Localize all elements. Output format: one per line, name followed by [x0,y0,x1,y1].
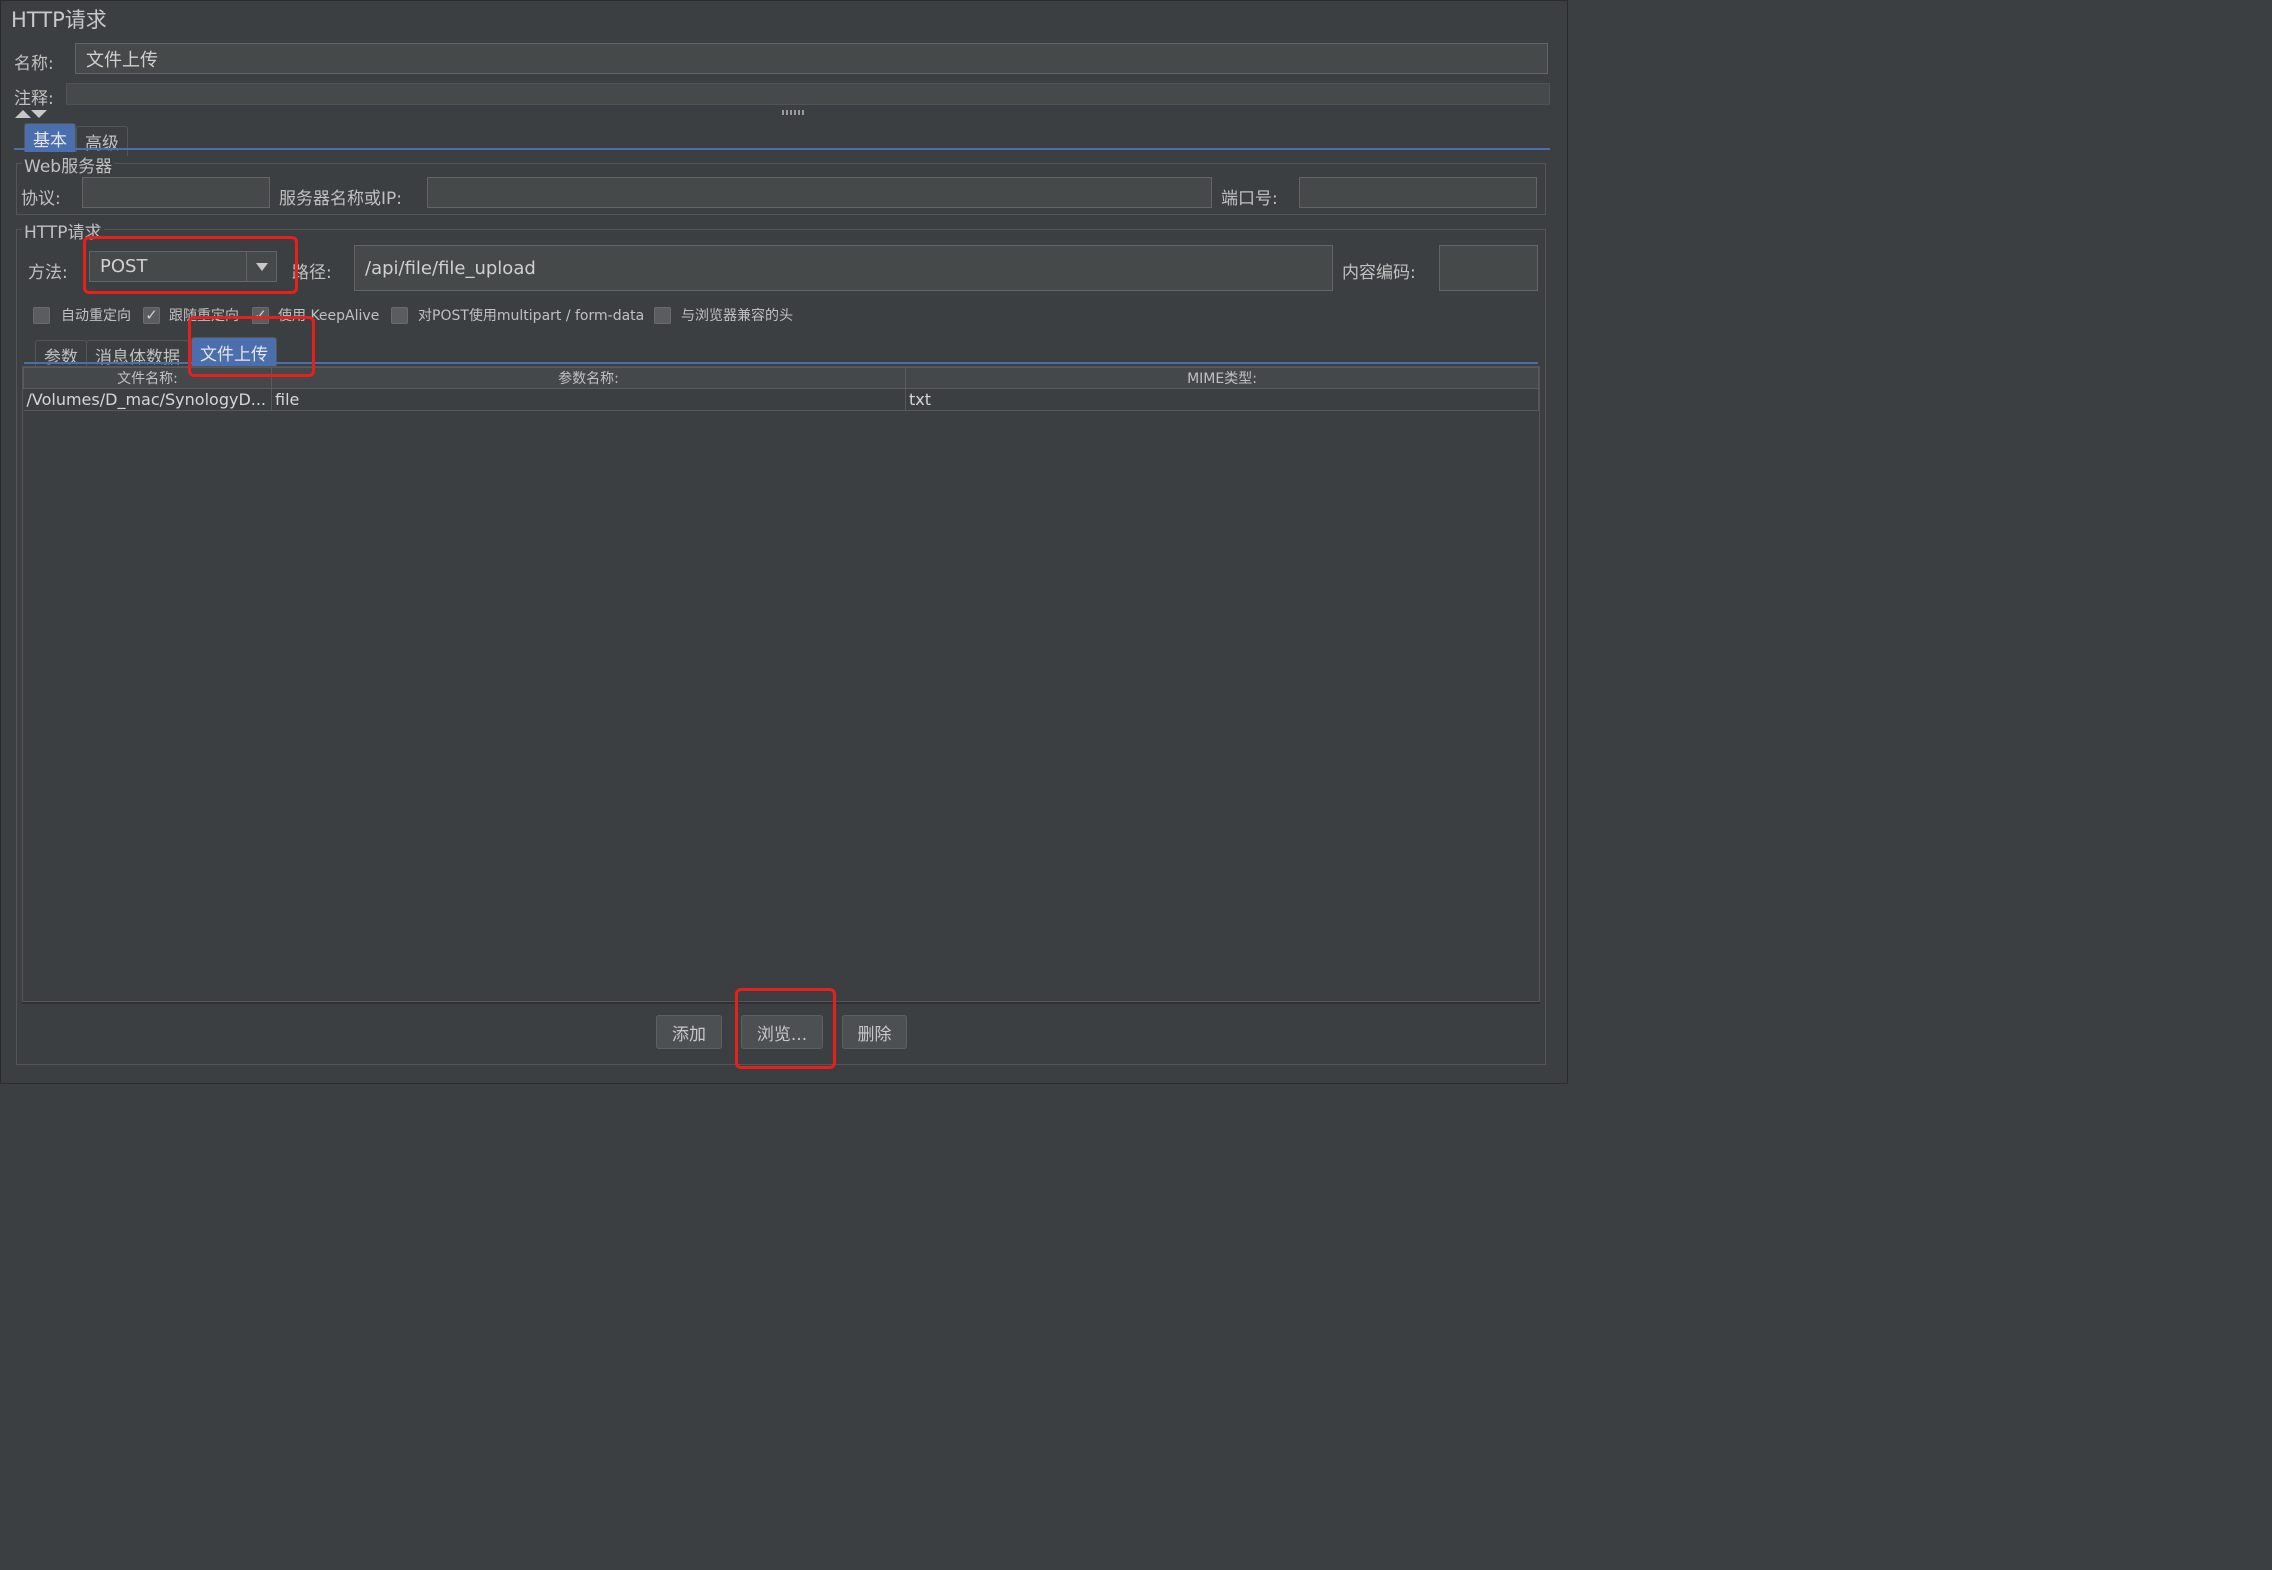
comment-input[interactable] [66,83,1550,105]
highlight-method [83,236,298,294]
cell-param-name[interactable]: file [271,388,906,411]
tab-underline [14,148,1550,150]
encoding-input[interactable] [1439,245,1538,291]
encoding-label: 内容编码: [1342,263,1416,283]
files-table-container: 文件名称: 参数名称: MIME类型: /Volumes/D_mac/Synol… [22,366,1540,1002]
name-input[interactable]: 文件上传 [75,43,1548,74]
method-label: 方法: [28,263,68,283]
splitter-grip-icon[interactable] [782,110,804,115]
auto-redirect-checkbox[interactable] [33,306,50,324]
column-header-mime-type[interactable]: MIME类型: [905,367,1539,389]
protocol-label: 协议: [21,189,61,209]
add-button[interactable]: 添加 [656,1015,722,1049]
browser-headers-checkbox[interactable] [654,306,671,324]
path-input[interactable]: /api/file/file_upload [354,245,1333,291]
option-multipart[interactable]: 对POST使用multipart / form-data [391,305,644,325]
multipart-checkbox[interactable] [391,306,408,324]
option-auto-redirect[interactable]: 自动重定向 [33,305,131,325]
collapse-toggle[interactable] [14,109,48,119]
option-browser-headers[interactable]: 与浏览器兼容的头 [654,305,793,325]
server-input[interactable] [427,177,1212,208]
web-server-title: Web服务器 [22,152,115,177]
port-label: 端口号: [1221,189,1278,209]
name-label: 名称: [14,54,54,74]
auto-redirect-label: 自动重定向 [61,308,131,324]
panel-title: HTTP请求 [11,8,107,32]
cell-mime-type[interactable]: txt [905,388,1539,411]
port-input[interactable] [1299,177,1537,208]
column-header-param-name[interactable]: 参数名称: [271,367,906,389]
server-label: 服务器名称或IP: [279,189,402,209]
highlight-browse-button [735,988,836,1069]
checkmark-icon: ✓ [145,305,158,324]
cell-filename[interactable]: /Volumes/D_mac/SynologyD... [23,388,272,411]
browser-headers-label: 与浏览器兼容的头 [681,308,793,324]
protocol-input[interactable] [82,177,270,208]
comment-label: 注释: [14,89,54,109]
delete-button[interactable]: 删除 [842,1015,907,1049]
collapse-arrows-icon [15,110,47,118]
highlight-file-upload-tab [188,316,315,377]
multipart-label: 对POST使用multipart / form-data [418,308,645,324]
table-row[interactable]: /Volumes/D_mac/SynologyD... file txt [23,388,1539,411]
follow-redirect-checkbox[interactable]: ✓ [143,305,160,324]
